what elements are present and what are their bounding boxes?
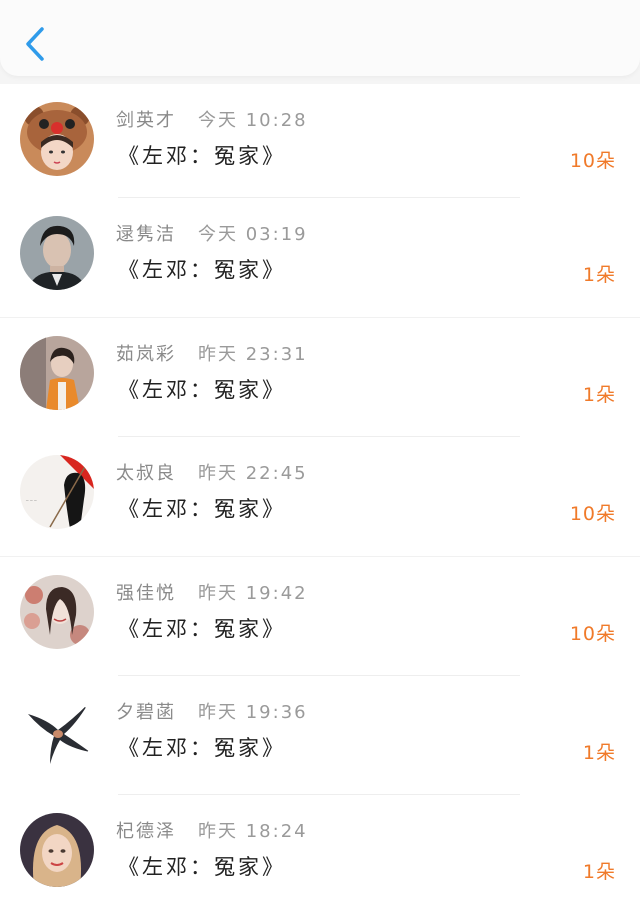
book-title: 《左邓：冤家》 [118, 855, 286, 879]
avatar[interactable] [20, 813, 94, 887]
sender-name: 夕碧菡 [116, 702, 176, 723]
timestamp: 昨天 22:45 [198, 463, 308, 484]
list-item[interactable]: 夕碧菡 昨天 19:36 《左邓：冤家》 1朵 [0, 676, 640, 795]
flower-count: 10朵 [569, 623, 616, 645]
avatar[interactable]: _ _ _ [20, 455, 94, 529]
list-item[interactable]: 茹岚彩 昨天 23:31 《左邓：冤家》 1朵 [0, 317, 640, 437]
timestamp: 今天 03:19 [198, 224, 308, 245]
list-item[interactable]: 杞德泽 昨天 18:24 《左邓：冤家》 1朵 [0, 795, 640, 914]
sender-name: 逯隽洁 [116, 224, 176, 245]
gift-record-list: 剑英才 今天 10:28 《左邓：冤家》 10朵 逯隽洁 今天 03:19 《左邓：… [0, 84, 640, 914]
book-title: 《左邓：冤家》 [118, 617, 286, 641]
sender-line: 逯隽洁 今天 03:19 [116, 220, 308, 246]
avatar[interactable] [20, 216, 94, 290]
flower-count: 10朵 [569, 150, 616, 172]
flower-count: 1朵 [582, 742, 616, 764]
svg-text:_ _ _: _ _ _ [25, 495, 37, 501]
flower-count: 10朵 [569, 503, 616, 525]
sender-name: 强佳悦 [116, 583, 176, 604]
timestamp: 昨天 23:31 [198, 344, 308, 365]
back-button[interactable] [18, 24, 52, 64]
avatar[interactable] [20, 102, 94, 176]
top-bar [0, 0, 640, 76]
sender-name: 太叔良 [116, 463, 176, 484]
sender-line: 太叔良 昨天 22:45 [116, 459, 308, 485]
timestamp: 昨天 18:24 [198, 821, 308, 842]
timestamp: 昨天 19:36 [198, 702, 308, 723]
book-title: 《左邓：冤家》 [118, 497, 286, 521]
timestamp: 昨天 19:42 [198, 583, 308, 604]
sender-line: 夕碧菡 昨天 19:36 [116, 698, 308, 724]
avatar[interactable] [20, 336, 94, 410]
chevron-left-icon [26, 27, 44, 61]
list-item[interactable]: _ _ _ 太叔良 昨天 22:45 《左邓：冤家》 10朵 [0, 437, 640, 556]
sender-line: 杞德泽 昨天 18:24 [116, 817, 308, 843]
book-title: 《左邓：冤家》 [118, 258, 286, 282]
book-title: 《左邓：冤家》 [118, 378, 286, 402]
list-item[interactable]: 逯隽洁 今天 03:19 《左邓：冤家》 1朵 [0, 198, 640, 317]
list-item[interactable]: 剑英才 今天 10:28 《左邓：冤家》 10朵 [0, 84, 640, 198]
avatar[interactable] [20, 694, 94, 768]
flower-count: 1朵 [582, 264, 616, 286]
flower-count: 1朵 [582, 384, 616, 406]
sender-line: 强佳悦 昨天 19:42 [116, 579, 308, 605]
book-title: 《左邓：冤家》 [118, 144, 286, 168]
flower-count: 1朵 [582, 861, 616, 883]
book-title: 《左邓：冤家》 [118, 736, 286, 760]
avatar[interactable] [20, 575, 94, 649]
sender-line: 剑英才 今天 10:28 [116, 106, 308, 132]
sender-name: 剑英才 [116, 110, 176, 131]
sender-name: 茹岚彩 [116, 344, 176, 365]
sender-line: 茹岚彩 昨天 23:31 [116, 340, 308, 366]
list-item[interactable]: 强佳悦 昨天 19:42 《左邓：冤家》 10朵 [0, 556, 640, 676]
sender-name: 杞德泽 [116, 821, 176, 842]
timestamp: 今天 10:28 [198, 110, 308, 131]
